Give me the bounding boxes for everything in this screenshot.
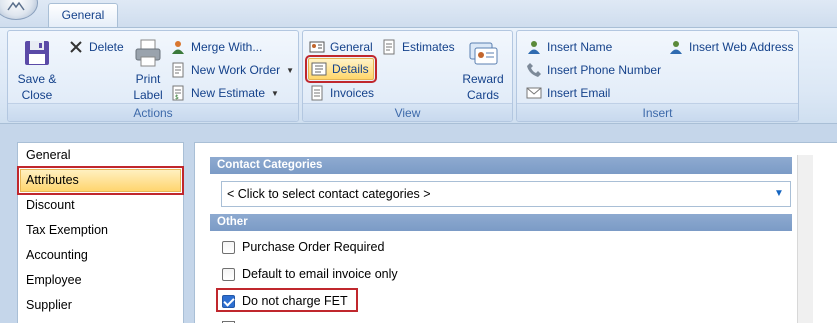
purchase-order-required-checkbox[interactable] (222, 240, 235, 254)
details-icon (311, 62, 327, 76)
contact-categories-select[interactable]: < Click to select contact categories > ▼ (221, 181, 791, 207)
view-details-label: Details (332, 62, 369, 76)
sidebar-nav: General Attributes Discount Tax Exemptio… (17, 142, 184, 323)
ribbon: Save & Close Delete Print Label Merge Wi… (0, 27, 837, 124)
merge-users-icon (172, 41, 184, 54)
dropdown-arrow-icon[interactable]: ▼ (286, 66, 294, 75)
new-estimate-button[interactable]: $ New Estimate ▼ (170, 85, 279, 101)
floppy-disk-icon (25, 41, 49, 65)
other-header: Other (210, 214, 792, 231)
nav-item-attributes[interactable]: Attributes (17, 166, 184, 195)
insert-email-button[interactable]: Insert Email (526, 85, 610, 101)
new-work-order-button[interactable]: New Work Order ▼ (170, 62, 294, 78)
nav-item-employee[interactable]: Employee (18, 268, 183, 293)
attributes-form: Contact Categories < Click to select con… (194, 142, 837, 323)
purchase-order-required-row[interactable]: Purchase Order Required (222, 240, 384, 254)
phone-icon (527, 63, 541, 77)
view-reward-cards-button[interactable]: Reward Cards (459, 37, 507, 103)
print-label-label: Print Label (133, 72, 163, 102)
reward-cards-label: Reward Cards (462, 72, 504, 102)
view-details-button[interactable]: Details (305, 55, 377, 83)
merge-with-label: Merge With... (191, 40, 263, 54)
view-general-button[interactable]: General (309, 39, 373, 55)
email-invoice-only-row[interactable]: Default to email invoice only (222, 267, 398, 281)
print-label-button[interactable]: Print Label (126, 37, 170, 103)
view-group-label: View (303, 103, 512, 121)
do-not-charge-fet-checkbox[interactable] (222, 294, 235, 308)
view-estimates-label: Estimates (402, 40, 455, 54)
app-menu-button[interactable] (0, 0, 38, 20)
insert-name-button[interactable]: Insert Name (526, 39, 612, 55)
do-not-charge-fet-row[interactable]: Do not charge FET (222, 294, 348, 308)
view-general-label: General (330, 40, 373, 54)
ribbon-tab-bar: General (0, 0, 837, 28)
estimates-icon (383, 39, 395, 55)
nav-item-discount[interactable]: Discount (18, 193, 183, 218)
insert-group-label: Insert (517, 103, 798, 121)
insert-phone-label: Insert Phone Number (547, 63, 662, 77)
insert-web-address-label: Insert Web Address (689, 40, 794, 54)
contact-categories-value: < Click to select contact categories > (227, 187, 431, 201)
actions-group: Save & Close Delete Print Label Merge Wi… (7, 30, 299, 122)
new-estimate-label: New Estimate (191, 86, 266, 100)
nav-item-tax-exemption[interactable]: Tax Exemption (18, 218, 183, 243)
view-group: General Estimates Details Invoices Rewar… (302, 30, 513, 122)
merge-with-button[interactable]: Merge With... (170, 39, 262, 55)
estimate-icon: $ (172, 85, 184, 101)
actions-group-label: Actions (8, 103, 298, 121)
email-invoice-only-label: Default to email invoice only (242, 267, 398, 281)
app-logo-icon (7, 1, 25, 11)
insert-web-address-button[interactable]: Insert Web Address (668, 39, 794, 55)
reward-cards-icon (469, 42, 498, 65)
purchase-order-required-label: Purchase Order Required (242, 240, 385, 254)
insert-group: Insert Name Insert Web Address Insert Ph… (516, 30, 799, 122)
delete-x-icon (70, 41, 82, 53)
nav-item-accounting[interactable]: Accounting (18, 243, 183, 268)
delete-button[interactable]: Delete (68, 39, 124, 55)
nav-item-general[interactable]: General (18, 143, 183, 168)
vertical-scrollbar[interactable] (797, 155, 813, 323)
svg-text:$: $ (175, 94, 179, 101)
dropdown-arrow-icon[interactable]: ▼ (768, 182, 790, 206)
save-close-label: Save & Close (17, 72, 57, 102)
do-not-charge-fet-label: Do not charge FET (242, 294, 348, 308)
nav-item-supplier[interactable]: Supplier (18, 293, 183, 318)
view-estimates-button[interactable]: Estimates (381, 39, 455, 55)
work-order-icon (172, 62, 184, 78)
envelope-icon (526, 87, 542, 99)
web-person-icon (670, 41, 682, 54)
email-invoice-only-checkbox[interactable] (222, 267, 235, 281)
delete-label: Delete (89, 40, 124, 54)
save-close-button[interactable]: Save & Close (15, 37, 59, 103)
view-invoices-label: Invoices (330, 86, 375, 100)
tab-general[interactable]: General (48, 3, 118, 28)
new-work-order-label: New Work Order (191, 63, 281, 77)
contact-card-icon (309, 41, 325, 53)
insert-phone-button[interactable]: Insert Phone Number (526, 62, 661, 78)
dropdown-arrow-icon[interactable]: ▼ (271, 89, 279, 98)
insert-name-label: Insert Name (547, 40, 613, 54)
printer-icon (135, 39, 161, 67)
insert-email-label: Insert Email (547, 86, 611, 100)
invoices-icon (311, 85, 323, 101)
contact-categories-header: Contact Categories (210, 157, 792, 174)
view-invoices-button[interactable]: Invoices (309, 85, 374, 101)
person-icon (528, 41, 540, 54)
